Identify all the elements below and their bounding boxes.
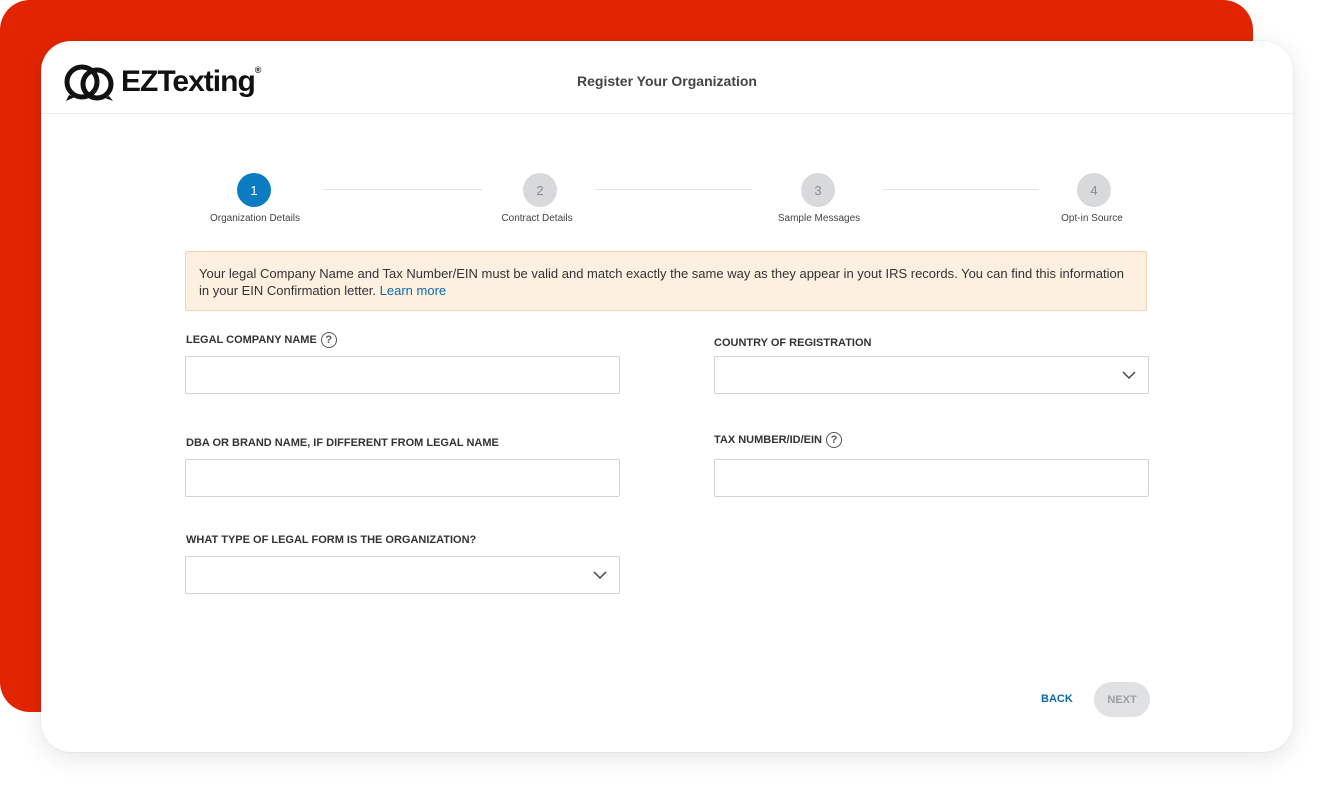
back-button[interactable]: BACK — [1037, 691, 1077, 707]
page-title: Register Your Organization — [577, 73, 757, 89]
step-4-circle[interactable]: 4 — [1077, 173, 1111, 207]
country-label: COUNTRY OF REGISTRATION — [714, 337, 871, 349]
step-connector — [883, 189, 1039, 190]
chevron-down-icon — [1122, 371, 1136, 380]
country-label-text: COUNTRY OF REGISTRATION — [714, 337, 872, 349]
notice-text: Your legal Company Name and Tax Number/E… — [199, 266, 1124, 298]
legal-company-name-label-text: LEGAL COMPANY NAME — [186, 334, 317, 346]
registration-card: EZTexting ® Register Your Organization 1… — [41, 41, 1293, 752]
header: EZTexting ® Register Your Organization — [41, 41, 1293, 114]
legal-company-name-label: LEGAL COMPANY NAME ? — [186, 332, 337, 348]
question-circle-icon[interactable]: ? — [825, 432, 842, 448]
next-button[interactable]: NEXT — [1094, 682, 1150, 717]
step-3-label: Sample Messages — [777, 213, 861, 224]
step-connector — [596, 189, 752, 190]
country-select[interactable] — [714, 356, 1149, 394]
learn-more-link[interactable]: Learn more — [380, 283, 446, 298]
question-circle-icon[interactable]: ? — [320, 332, 337, 348]
step-2-circle[interactable]: 2 — [523, 173, 557, 207]
step-connector — [324, 189, 482, 190]
step-1-circle[interactable]: 1 — [237, 173, 271, 207]
ein-notice: Your legal Company Name and Tax Number/E… — [185, 251, 1147, 311]
legal-form-select[interactable] — [185, 556, 620, 594]
step-4-label: Opt-in Source — [1061, 213, 1123, 224]
legal-form-label-text: WHAT TYPE OF LEGAL FORM IS THE ORGANIZAT… — [186, 534, 477, 546]
legal-form-label: WHAT TYPE OF LEGAL FORM IS THE ORGANIZAT… — [186, 534, 476, 546]
step-3-circle[interactable]: 3 — [801, 173, 835, 207]
legal-company-name-input[interactable] — [185, 356, 620, 394]
step-1-label: Organization Details — [209, 213, 301, 224]
tax-number-label: TAX NUMBER/ID/EIN ? — [714, 432, 842, 448]
dba-label: DBA OR BRAND NAME, IF DIFFERENT FROM LEG… — [186, 437, 499, 449]
dba-input[interactable] — [185, 459, 620, 497]
step-2-label: Contract Details — [501, 213, 573, 224]
dba-label-text: DBA OR BRAND NAME, IF DIFFERENT FROM LEG… — [186, 437, 499, 449]
chevron-down-icon — [593, 571, 607, 580]
tax-number-input[interactable] — [714, 459, 1149, 497]
tax-number-label-text: TAX NUMBER/ID/EIN — [714, 434, 822, 446]
